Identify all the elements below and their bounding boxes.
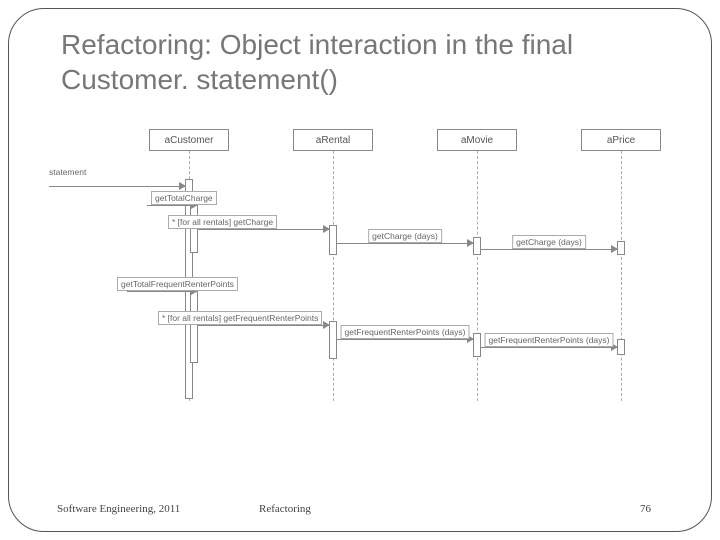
lifeline-aRental (333, 151, 334, 401)
msg-label: getFrequentRenterPoints (days) (341, 325, 470, 339)
object-aCustomer: aCustomer (149, 129, 229, 151)
activation-aCustomer-nested2 (190, 287, 198, 363)
footer-left: Software Engineering, 2011 (57, 503, 180, 515)
object-aRental: aRental (293, 129, 373, 151)
activation-aPrice-2 (617, 339, 625, 355)
activation-aRental-1 (329, 225, 337, 255)
msg-getTotalCharge: getTotalCharge (147, 195, 197, 209)
msg-getFRP-days-2: getFrequentRenterPoints (days) (481, 337, 617, 351)
page-number: 76 (640, 503, 651, 515)
msg-label: getTotalCharge (151, 191, 217, 205)
entry-label: statement (49, 167, 86, 177)
activation-aMovie-1 (473, 237, 481, 255)
msg-label: getTotalFrequentRenterPoints (117, 277, 238, 291)
lifeline-aMovie (477, 151, 478, 401)
activation-aMovie-2 (473, 333, 481, 357)
msg-label: getCharge (days) (512, 235, 586, 249)
msg-label: * [for all rentals] getFrequentRenterPoi… (158, 311, 322, 325)
object-label: aPrice (607, 135, 635, 146)
slide-title: Refactoring: Object interaction in the f… (61, 27, 661, 97)
object-label: aMovie (461, 135, 493, 146)
footer-center: Refactoring (259, 503, 311, 515)
sequence-diagram: aCustomer aRental aMovie aPrice statemen… (49, 129, 679, 429)
object-label: aRental (316, 135, 350, 146)
msg-getFRP-days-1: getFrequentRenterPoints (days) (337, 329, 473, 343)
msg-getTotalFRP: getTotalFrequentRenterPoints (127, 281, 197, 295)
object-label: aCustomer (165, 135, 214, 146)
lifeline-aPrice (621, 151, 622, 401)
msg-label: getFrequentRenterPoints (days) (485, 333, 614, 347)
msg-label: * [for all rentals] getCharge (168, 215, 277, 229)
msg-getFRP-loop: * [for all rentals] getFrequentRenterPoi… (198, 315, 329, 329)
object-aPrice: aPrice (581, 129, 661, 151)
object-aMovie: aMovie (437, 129, 517, 151)
activation-aRental-2 (329, 321, 337, 359)
msg-getCharge-days-2: getCharge (days) (481, 239, 617, 253)
msg-label: getCharge (days) (368, 229, 442, 243)
msg-getCharge-days-1: getCharge (days) (337, 233, 473, 247)
activation-aPrice-1 (617, 241, 625, 255)
slide-frame: Refactoring: Object interaction in the f… (8, 8, 712, 532)
msg-getCharge-loop: * [for all rentals] getCharge (198, 219, 329, 233)
